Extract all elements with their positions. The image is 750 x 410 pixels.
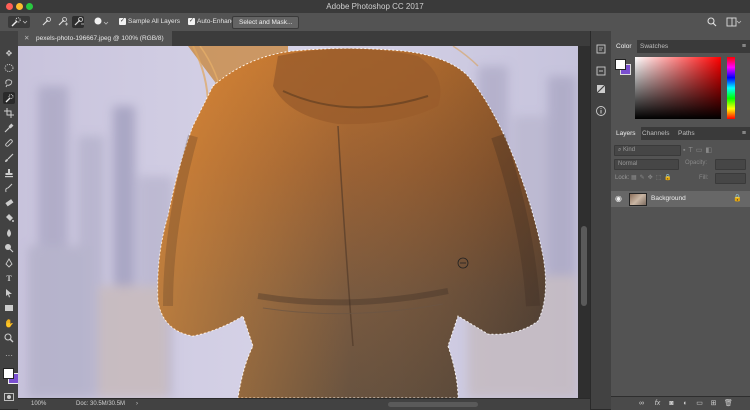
subtract-from-selection-icon[interactable] bbox=[72, 16, 84, 28]
right-panels: Color Swatches ≡ Layers Channels Paths ≡… bbox=[611, 31, 750, 410]
healing-brush-tool-icon[interactable] bbox=[3, 137, 15, 149]
color-picker-field[interactable] bbox=[635, 57, 721, 119]
history-panel-icon[interactable] bbox=[595, 43, 607, 55]
move-tool-icon[interactable]: ✥ bbox=[3, 47, 15, 59]
new-layer-icon[interactable]: ⊞ bbox=[709, 399, 718, 408]
opacity-label: Opacity: bbox=[685, 160, 708, 166]
new-group-icon[interactable]: ▭ bbox=[695, 399, 704, 408]
layer-lock-icon: 🔒 bbox=[733, 195, 742, 202]
sample-all-layers-checkbox[interactable]: ✓ bbox=[119, 18, 126, 25]
brush-tool-icon[interactable] bbox=[3, 152, 15, 164]
status-bar: 100% Doc: 30.5M/30.5M › bbox=[18, 398, 590, 410]
document-tab-bar: ✕ pexels-photo-196667.jpeg @ 100% (RGB/8… bbox=[18, 31, 590, 47]
color-panel-swatches bbox=[613, 57, 631, 77]
zoom-level[interactable]: 100% bbox=[31, 399, 46, 410]
add-to-selection-icon[interactable] bbox=[56, 16, 68, 28]
adjustment-layer-icon[interactable]: ◐ bbox=[681, 399, 690, 408]
info-panel-icon[interactable] bbox=[595, 105, 607, 117]
sample-all-layers-label: Sample All Layers bbox=[128, 18, 181, 25]
layer-filter-icons[interactable]: ▪T▭◧ bbox=[683, 146, 715, 154]
pen-tool-icon[interactable] bbox=[3, 257, 15, 269]
tools-panel: ✥ T ✋ ··· bbox=[0, 31, 19, 409]
eye-visibility-icon[interactable]: ◉ bbox=[615, 194, 622, 203]
marquee-tool-icon[interactable] bbox=[3, 62, 15, 74]
layer-filter-label: Kind bbox=[623, 147, 636, 153]
path-selection-tool-icon[interactable] bbox=[3, 287, 15, 299]
eraser-tool-icon[interactable] bbox=[3, 197, 15, 209]
photo-woman-in-jacket bbox=[18, 46, 578, 398]
brush-tip-icon bbox=[94, 17, 109, 25]
panel-menu-icon[interactable]: ≡ bbox=[742, 40, 746, 53]
window-title: Adobe Photoshop CC 2017 bbox=[326, 2, 424, 11]
type-tool-icon[interactable]: T bbox=[3, 272, 15, 284]
link-layers-icon[interactable]: ∞ bbox=[637, 399, 646, 408]
workspace-switcher-icon[interactable] bbox=[726, 16, 742, 28]
search-icon[interactable] bbox=[706, 16, 718, 28]
title-bar: Adobe Photoshop CC 2017 bbox=[0, 0, 750, 14]
document-tab[interactable]: ✕ pexels-photo-196667.jpeg @ 100% (RGB/8… bbox=[18, 31, 172, 46]
color-panel-tabs: Color Swatches ≡ bbox=[611, 40, 750, 53]
quick-mask-icon[interactable] bbox=[3, 391, 15, 403]
vertical-scroll-thumb[interactable] bbox=[581, 226, 587, 306]
crop-tool-icon[interactable] bbox=[3, 107, 15, 119]
paint-bucket-tool-icon[interactable] bbox=[3, 212, 15, 224]
horizontal-scroll-thumb[interactable] bbox=[388, 402, 478, 407]
lock-options-icons[interactable]: ▦✎✥⬚🔒 bbox=[631, 174, 675, 181]
brush-size-picker[interactable] bbox=[92, 16, 110, 28]
layer-name: Background bbox=[651, 195, 686, 202]
lock-label: Lock: bbox=[615, 175, 630, 181]
delete-layer-icon[interactable]: 🗑 bbox=[724, 399, 733, 408]
fill-field[interactable] bbox=[715, 173, 746, 184]
auto-enhance-checkbox[interactable]: ✓ bbox=[188, 18, 195, 25]
layer-thumbnail bbox=[629, 193, 647, 206]
history-brush-tool-icon[interactable] bbox=[3, 182, 15, 194]
properties-panel-icon[interactable] bbox=[595, 65, 607, 77]
clone-stamp-tool-icon[interactable] bbox=[3, 167, 15, 179]
select-and-mask-button[interactable]: Select and Mask... bbox=[232, 16, 300, 29]
options-bar: ✓ Sample All Layers ✓ Auto-Enhance Selec… bbox=[0, 13, 750, 32]
eyedropper-tool-icon[interactable] bbox=[3, 122, 15, 134]
layers-panel-menu-icon[interactable]: ≡ bbox=[742, 127, 746, 140]
opacity-field[interactable] bbox=[715, 159, 746, 170]
layers-panel-footer: ∞ fx ◙ ◐ ▭ ⊞ 🗑 bbox=[611, 396, 750, 410]
layers-panel-tabs: Layers Channels Paths ≡ bbox=[611, 127, 750, 140]
hand-tool-icon[interactable]: ✋ bbox=[3, 317, 15, 329]
status-menu-arrow-icon[interactable]: › bbox=[136, 399, 138, 410]
document-tab-label: pexels-photo-196667.jpeg @ 100% (RGB/8) bbox=[36, 35, 164, 42]
quick-selection-icon bbox=[11, 17, 28, 27]
tab-channels[interactable]: Channels bbox=[637, 127, 674, 140]
layer-style-icon[interactable]: fx bbox=[653, 399, 662, 408]
blend-mode-select[interactable]: Normal bbox=[614, 159, 679, 170]
tool-preset-picker[interactable] bbox=[8, 16, 30, 28]
tab-swatches[interactable]: Swatches bbox=[635, 40, 673, 53]
add-mask-icon[interactable]: ◙ bbox=[667, 399, 676, 408]
lasso-tool-icon[interactable] bbox=[3, 77, 15, 89]
close-tab-icon[interactable]: ✕ bbox=[24, 31, 29, 46]
color-swatches bbox=[2, 366, 19, 386]
hue-slider[interactable] bbox=[727, 57, 735, 119]
vertical-scrollbar[interactable] bbox=[578, 46, 590, 398]
fill-label: Fill: bbox=[699, 175, 709, 181]
blur-tool-icon[interactable] bbox=[3, 227, 15, 239]
adjustments-panel-icon[interactable] bbox=[595, 83, 607, 95]
more-tools-icon[interactable]: ··· bbox=[3, 349, 15, 361]
shape-tool-icon[interactable] bbox=[3, 302, 15, 314]
quick-selection-tool-icon[interactable] bbox=[3, 92, 15, 104]
collapsed-panels-strip bbox=[590, 31, 612, 409]
tab-color[interactable]: Color bbox=[611, 40, 637, 53]
foreground-color-swatch[interactable] bbox=[3, 368, 14, 379]
new-selection-icon[interactable] bbox=[40, 16, 52, 28]
zoom-tool-icon[interactable] bbox=[3, 332, 15, 344]
layer-row-background[interactable]: ◉ Background 🔒 bbox=[611, 191, 750, 207]
dodge-tool-icon[interactable] bbox=[3, 242, 15, 254]
document-canvas[interactable] bbox=[18, 46, 578, 398]
document-size-info: Doc: 30.5M/30.5M bbox=[76, 401, 126, 407]
layer-filter-select[interactable]: ⌕ Kind bbox=[614, 145, 681, 156]
tab-paths[interactable]: Paths bbox=[673, 127, 700, 140]
panel-foreground-swatch[interactable] bbox=[615, 59, 626, 70]
